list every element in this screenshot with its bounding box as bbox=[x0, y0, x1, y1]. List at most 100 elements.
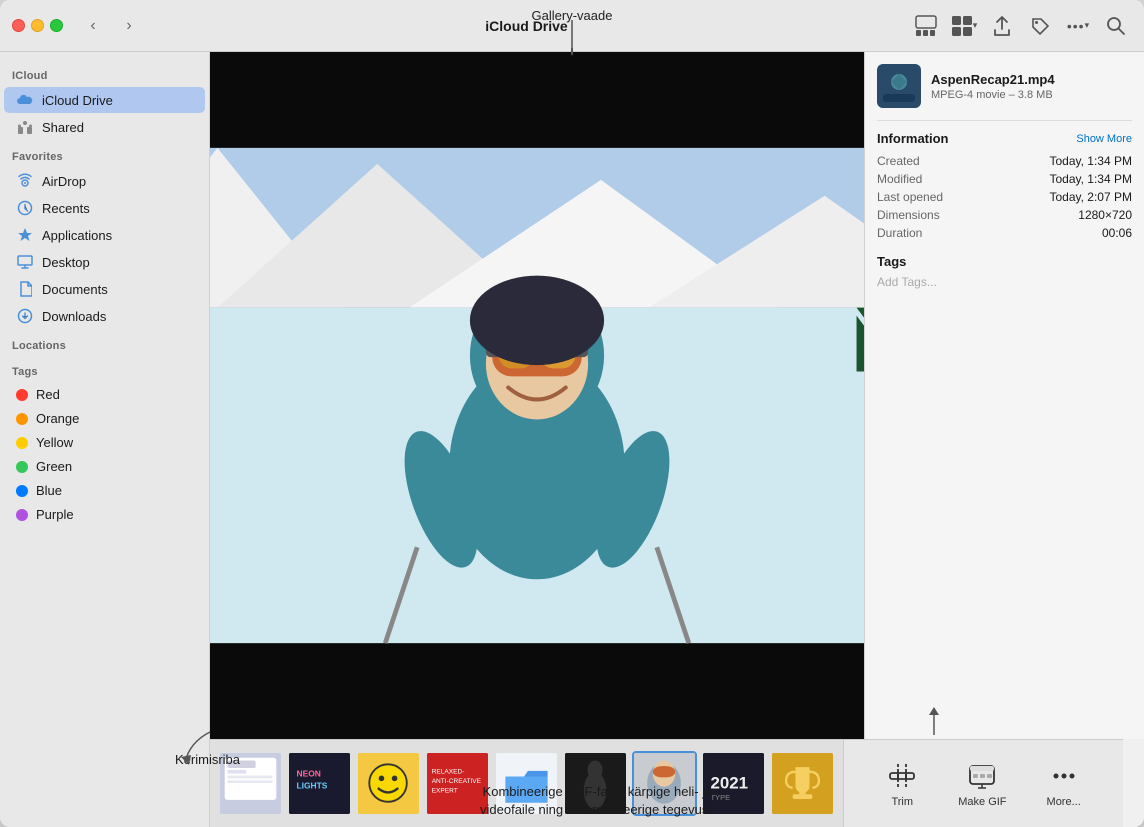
modified-row: Modified Today, 1:34 PM bbox=[877, 170, 1132, 188]
search-button[interactable] bbox=[1100, 10, 1132, 42]
tag-button[interactable] bbox=[1024, 10, 1056, 42]
sidebar-item-tag-purple-label: Purple bbox=[36, 507, 74, 522]
sidebar-item-desktop-label: Desktop bbox=[42, 255, 90, 270]
sidebar-item-icloud-drive[interactable]: iCloud Drive bbox=[4, 87, 205, 113]
duration-row: Duration 00:06 bbox=[877, 224, 1132, 242]
svg-text:EXPERT: EXPERT bbox=[432, 787, 458, 794]
duration-value: 00:06 bbox=[1102, 226, 1132, 240]
modified-label: Modified bbox=[877, 172, 922, 186]
minimize-button[interactable] bbox=[31, 19, 44, 32]
file-type: MPEG-4 movie – 3.8 MB bbox=[931, 89, 1055, 101]
thumbnail-item-1[interactable] bbox=[218, 751, 283, 816]
make-gif-label: Make GIF bbox=[958, 796, 1006, 808]
thumbnail-item-3[interactable] bbox=[356, 751, 421, 816]
sidebar: iCloud iCloud Drive Shared Favorites Air bbox=[0, 52, 210, 827]
thumbnail-item-6[interactable] bbox=[563, 751, 628, 816]
sidebar-item-tag-yellow[interactable]: Yellow bbox=[4, 431, 205, 454]
svg-text:TYPE: TYPE bbox=[711, 793, 731, 802]
make-gif-button[interactable]: Make GIF bbox=[958, 760, 1006, 808]
modified-value: Today, 1:34 PM bbox=[1050, 172, 1133, 186]
close-button[interactable] bbox=[12, 19, 25, 32]
icloud-drive-icon bbox=[16, 91, 34, 109]
sidebar-item-tag-green[interactable]: Green bbox=[4, 455, 205, 478]
sidebar-item-tag-red[interactable]: Red bbox=[4, 383, 205, 406]
thumbnail-item-8[interactable]: 2021TYPE bbox=[701, 751, 766, 816]
file-header: AspenRecap21.mp4 MPEG-4 movie – 3.8 MB bbox=[877, 64, 1132, 121]
forward-button[interactable]: › bbox=[115, 12, 143, 40]
recents-icon bbox=[16, 199, 34, 217]
gallery-main: AspenRecap21.mp4 MPEG-4 movie – 3.8 MB I… bbox=[210, 52, 1144, 739]
sidebar-item-tag-orange-label: Orange bbox=[36, 411, 79, 426]
dimensions-label: Dimensions bbox=[877, 208, 940, 222]
file-info-panel: AspenRecap21.mp4 MPEG-4 movie – 3.8 MB I… bbox=[864, 52, 1144, 739]
sidebar-item-airdrop-label: AirDrop bbox=[42, 174, 86, 189]
share-button[interactable] bbox=[986, 10, 1018, 42]
thumbnail-strip: NEON LIGHTS RELAXED-ANTI-CREATIVEEXPERT bbox=[210, 739, 843, 827]
sidebar-item-tag-orange[interactable]: Orange bbox=[4, 407, 205, 430]
bottom-section: NEON LIGHTS RELAXED-ANTI-CREATIVEEXPERT bbox=[210, 739, 1144, 827]
shared-icon bbox=[16, 118, 34, 136]
trim-label: Trim bbox=[891, 796, 913, 808]
window-title: iCloud Drive bbox=[151, 18, 902, 34]
sidebar-item-recents[interactable]: Recents bbox=[4, 195, 205, 221]
tag-green-dot bbox=[16, 461, 28, 473]
sidebar-item-tag-purple[interactable]: Purple bbox=[4, 503, 205, 526]
created-value: Today, 1:34 PM bbox=[1050, 154, 1133, 168]
file-info-text: AspenRecap21.mp4 MPEG-4 movie – 3.8 MB bbox=[931, 72, 1055, 101]
file-thumbnail bbox=[877, 64, 921, 108]
dimensions-value: 1280×720 bbox=[1078, 208, 1132, 222]
more-actions-button[interactable]: More... bbox=[1047, 760, 1081, 808]
airdrop-icon bbox=[16, 172, 34, 190]
add-tags-input[interactable]: Add Tags... bbox=[877, 275, 1132, 289]
more-options-button[interactable]: ••• ▾ bbox=[1062, 10, 1094, 42]
information-title: Information bbox=[877, 131, 949, 146]
thumbnail-item-9[interactable] bbox=[770, 751, 835, 816]
sidebar-item-shared-label: Shared bbox=[42, 120, 84, 135]
last-opened-value: Today, 2:07 PM bbox=[1050, 190, 1133, 204]
tag-blue-dot bbox=[16, 485, 28, 497]
trim-icon bbox=[886, 760, 918, 792]
sidebar-item-desktop[interactable]: Desktop bbox=[4, 249, 205, 275]
created-label: Created bbox=[877, 154, 920, 168]
tag-purple-dot bbox=[16, 509, 28, 521]
tags-section: Tags Add Tags... bbox=[877, 254, 1132, 289]
last-opened-label: Last opened bbox=[877, 190, 943, 204]
back-button[interactable]: ‹ bbox=[79, 12, 107, 40]
tag-red-dot bbox=[16, 389, 28, 401]
sidebar-item-tag-blue[interactable]: Blue bbox=[4, 479, 205, 502]
sidebar-item-downloads[interactable]: Downloads bbox=[4, 303, 205, 329]
maximize-button[interactable] bbox=[50, 19, 63, 32]
sidebar-item-shared[interactable]: Shared bbox=[4, 114, 205, 140]
thumbnail-item-2[interactable]: NEON LIGHTS bbox=[287, 751, 352, 816]
sidebar-item-icloud-drive-label: iCloud Drive bbox=[42, 93, 113, 108]
svg-text:NEON: NEON bbox=[297, 768, 321, 778]
thumbnail-item-4[interactable]: RELAXED-ANTI-CREATIVEEXPERT bbox=[425, 751, 490, 816]
sidebar-item-airdrop[interactable]: AirDrop bbox=[4, 168, 205, 194]
sidebar-section-icloud: iCloud bbox=[0, 60, 209, 86]
svg-text:2021: 2021 bbox=[711, 774, 749, 793]
sidebar-section-tags: Tags bbox=[0, 356, 209, 382]
applications-icon bbox=[16, 226, 34, 244]
make-gif-icon bbox=[966, 760, 998, 792]
thumbnail-item-7[interactable] bbox=[632, 751, 697, 816]
finder-window: ‹ › iCloud Drive ▾ bbox=[0, 0, 1144, 827]
sidebar-item-applications[interactable]: Applications bbox=[4, 222, 205, 248]
trim-button[interactable]: Trim bbox=[886, 760, 918, 808]
traffic-lights bbox=[12, 19, 63, 32]
svg-text:RELAXED-: RELAXED- bbox=[432, 769, 465, 776]
sidebar-item-documents[interactable]: Documents bbox=[4, 276, 205, 302]
main-layout: iCloud iCloud Drive Shared Favorites Air bbox=[0, 52, 1144, 827]
gallery-image-area bbox=[210, 52, 864, 739]
last-opened-row: Last opened Today, 2:07 PM bbox=[877, 188, 1132, 206]
sidebar-item-applications-label: Applications bbox=[42, 228, 112, 243]
thumbnail-item-5[interactable] bbox=[494, 751, 559, 816]
svg-text:LIGHTS: LIGHTS bbox=[297, 781, 328, 791]
sidebar-item-downloads-label: Downloads bbox=[42, 309, 106, 324]
information-section: Information Show More Created Today, 1:3… bbox=[877, 131, 1132, 242]
bottom-action-bar: Trim Mak bbox=[843, 739, 1123, 827]
sidebar-item-tag-green-label: Green bbox=[36, 459, 72, 474]
grid-view-button[interactable]: ▾ bbox=[948, 10, 980, 42]
sidebar-item-documents-label: Documents bbox=[42, 282, 108, 297]
gallery-view-button[interactable] bbox=[910, 10, 942, 42]
show-more-button[interactable]: Show More bbox=[1076, 133, 1132, 145]
